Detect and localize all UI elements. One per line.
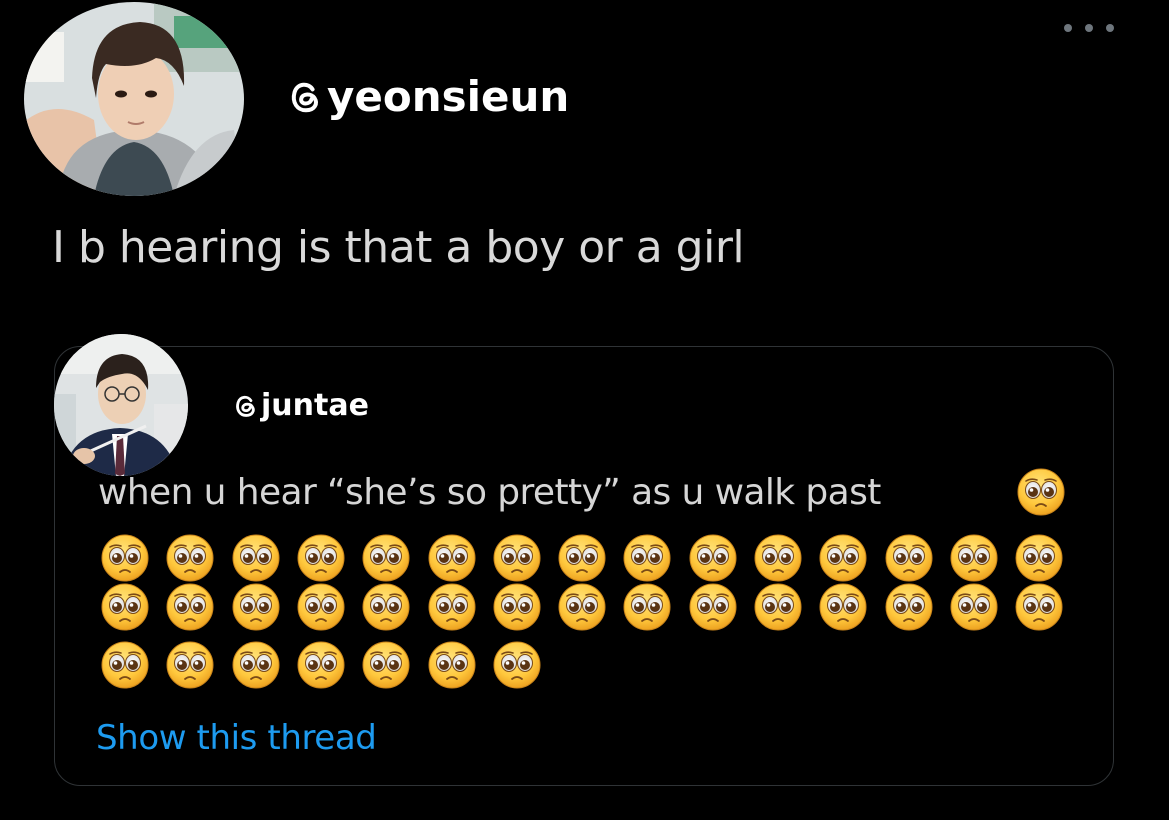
pleading-face-emoji	[818, 533, 868, 583]
pleading-face-emoji	[753, 582, 803, 632]
pleading-face-emoji	[492, 640, 542, 690]
pleading-face-emoji	[296, 533, 346, 583]
pleading-face-emoji	[557, 582, 607, 632]
pleading-face-emoji	[165, 582, 215, 632]
pleading-face-emoji	[622, 582, 672, 632]
author-handle[interactable]: yeonsieun	[286, 72, 569, 122]
profile-photo	[54, 334, 188, 476]
pleading-face-emoji	[296, 640, 346, 690]
threads-logo-icon	[236, 395, 255, 417]
pleading-face-emoji	[557, 533, 607, 583]
pleading-face-emoji	[688, 582, 738, 632]
quoted-post-text: when u hear “she’s so pretty” as u walk …	[98, 472, 881, 513]
pleading-face-emoji	[1014, 582, 1064, 632]
avatar[interactable]	[24, 2, 244, 196]
pleading-face-emoji	[427, 533, 477, 583]
pleading-face-emoji	[165, 640, 215, 690]
pleading-face-emoji	[688, 533, 738, 583]
more-options-button[interactable]	[1064, 18, 1114, 38]
pleading-face-emoji	[884, 533, 934, 583]
pleading-face-emoji	[165, 533, 215, 583]
pleading-face-emoji	[100, 640, 150, 690]
pleading-face-emoji	[949, 533, 999, 583]
pleading-face-emoji	[1016, 467, 1066, 517]
pleading-face-emoji	[818, 582, 868, 632]
more-dot	[1064, 24, 1072, 32]
more-dot	[1106, 24, 1114, 32]
pleading-face-emoji	[492, 582, 542, 632]
threads-logo-icon	[291, 82, 318, 113]
pleading-face-emoji	[361, 533, 411, 583]
pleading-face-emoji	[296, 582, 346, 632]
pleading-face-emoji	[231, 582, 281, 632]
pleading-face-emoji	[100, 582, 150, 632]
profile-photo	[24, 2, 244, 196]
post-text: I b hearing is that a boy or a girl	[52, 222, 745, 273]
pleading-face-emoji	[884, 582, 934, 632]
quoted-author-handle[interactable]: juntae	[232, 388, 369, 424]
author-handle-text: yeonsieun	[327, 72, 570, 121]
pleading-face-emoji	[427, 640, 477, 690]
pleading-face-emoji	[492, 533, 542, 583]
pleading-face-emoji	[231, 640, 281, 690]
pleading-face-emoji	[361, 582, 411, 632]
quoted-author-handle-text: juntae	[261, 388, 369, 423]
pleading-face-emoji	[753, 533, 803, 583]
pleading-face-emoji	[622, 533, 672, 583]
pleading-face-emoji	[949, 582, 999, 632]
avatar[interactable]	[54, 334, 188, 476]
pleading-face-emoji	[1014, 533, 1064, 583]
pleading-face-emoji	[231, 533, 281, 583]
show-thread-link[interactable]: Show this thread	[96, 716, 377, 760]
pleading-face-emoji	[427, 582, 477, 632]
more-dot	[1085, 24, 1093, 32]
pleading-face-emoji	[100, 533, 150, 583]
pleading-face-emoji	[361, 640, 411, 690]
